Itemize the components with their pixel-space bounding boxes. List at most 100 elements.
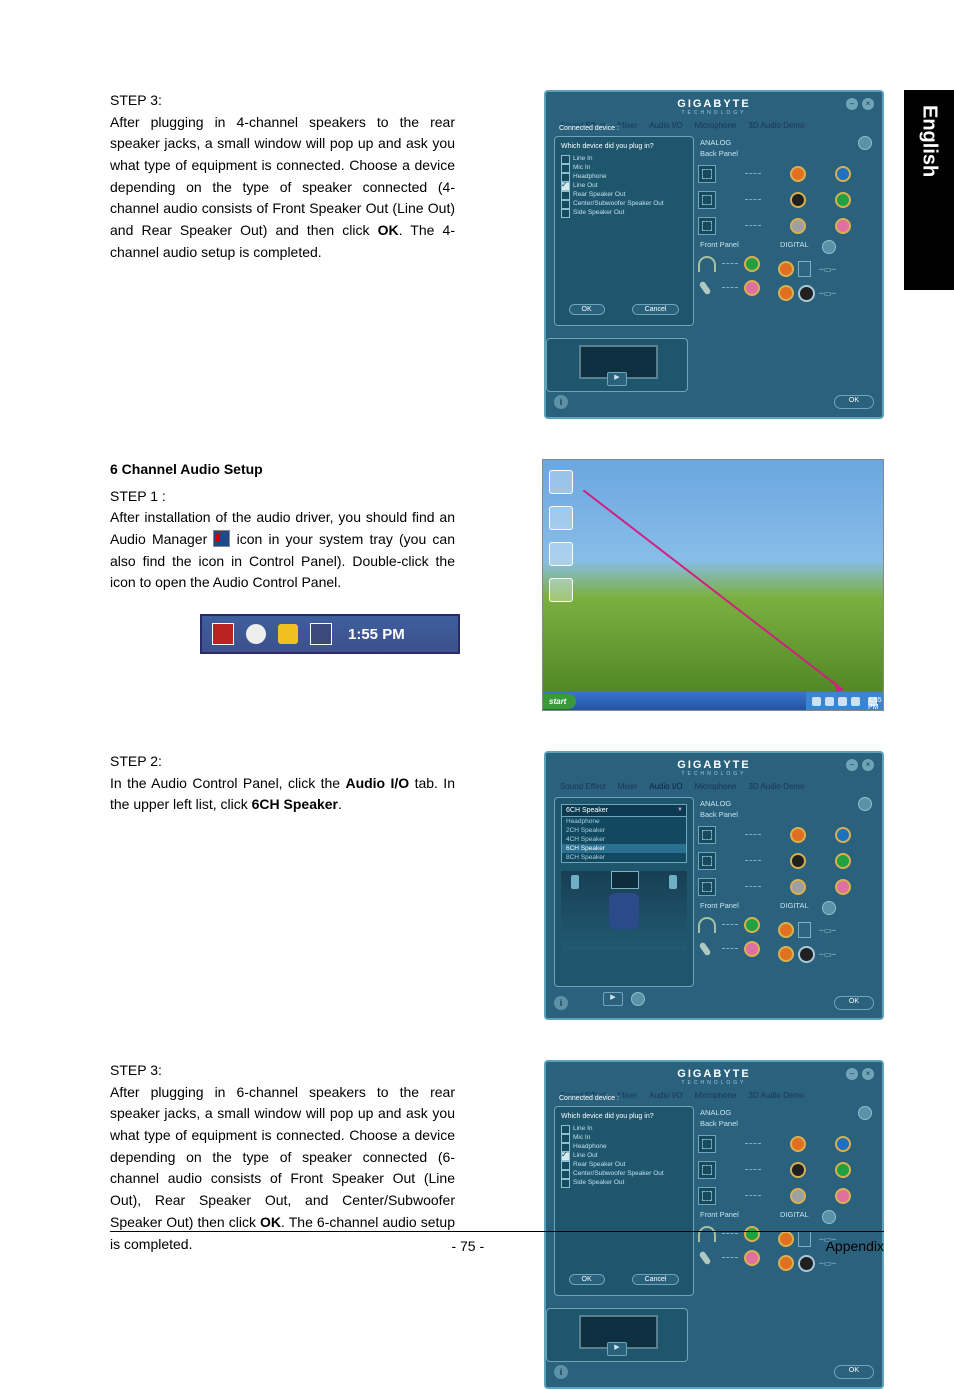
dev-rear-out[interactable]: Rear Speaker Out [561,190,687,199]
bold-term: 6CH Speaker [252,796,338,812]
tab-mixer: Mixer [618,782,638,791]
panel-ok-button[interactable]: OK [834,395,874,409]
step-label: STEP 2: [110,751,455,773]
analog-label: ANALOG [700,138,874,147]
audio-panel-4ch: –× GIGABYTE TECHNOLOGY Sound Effect Mixe… [544,90,884,419]
optical-icon [798,261,811,277]
front-panel-jacks [698,914,760,960]
dev-side-out[interactable]: Side Speaker Out [561,1178,687,1187]
gigabyte-sub: TECHNOLOGY [546,110,882,116]
dlg-cancel-button[interactable]: Cancel [632,304,680,315]
close-icon: × [862,98,874,110]
step3-6ch-text: STEP 3: After plugging in 6-channel spea… [110,1060,455,1255]
mic-icon [699,942,712,957]
window-buttons[interactable]: –× [846,759,874,771]
dlg-ok-button[interactable]: OK [569,304,605,315]
gear-icon[interactable] [822,901,836,915]
tab-audio-io: Audio I/O [649,121,682,130]
gear-icon[interactable] [858,1106,872,1120]
gigabyte-logo: GIGABYTE [546,98,882,110]
play-button[interactable]: ▶ [607,372,627,386]
front-panel-label: Front Panel [700,901,760,910]
info-icon[interactable]: i [554,395,568,409]
bold-term: Audio I/O [345,775,409,791]
tab-3d-audio: 3D Audio Demo [748,782,804,791]
dev-side-out[interactable]: Side Speaker Out [561,208,687,217]
step-label: STEP 1 : [110,486,455,508]
dev-center-sub[interactable]: Center/Subwoofer Speaker Out [561,199,687,208]
volume-icon [310,623,332,645]
window-buttons[interactable]: –× [846,1068,874,1080]
dev-line-out[interactable]: Line Out [561,181,687,190]
digital-label: DIGITAL [780,1210,809,1224]
digital-jacks: ┄▭┄ ┄▭┄ [778,919,836,965]
taskbar-tray[interactable]: 1:55 PM [806,692,883,710]
system-tray-callout: 1:55 PM [200,614,460,654]
gear-icon[interactable] [822,240,836,254]
tray-icon [212,623,234,645]
dev-center-sub[interactable]: Center/Subwoofer Speaker Out [561,1169,687,1178]
dev-line-out[interactable]: Line Out [561,1151,687,1160]
minimize-icon: – [846,98,858,110]
speaker-config-pane: 6CH Speaker Headphone 2CH Speaker 4CH Sp… [554,797,694,987]
page-number: - 75 - [451,1238,484,1254]
dlg-ok-button[interactable]: OK [569,1274,605,1285]
info-icon[interactable]: i [554,1365,568,1379]
connected-question: Which device did you plug in? [561,1113,687,1120]
start-button[interactable]: start [543,694,576,709]
step-label: STEP 3: [110,1060,455,1082]
panel-tabs[interactable]: Sound Effect Mixer Audio I/O Microphone … [546,779,882,797]
gear-icon[interactable] [858,136,872,150]
dev-mic-in[interactable]: Mic In [561,1133,687,1142]
window-buttons[interactable]: –× [846,98,874,110]
optical-icon [798,922,811,938]
tab-microphone: Microphone [695,782,737,791]
panel-ok-button[interactable]: OK [834,996,874,1010]
headphone-icon [698,256,716,272]
tray-icon [246,624,266,644]
opt-2ch: 2CH Speaker [562,826,686,835]
dev-line-in[interactable]: Line In [561,154,687,163]
tab-microphone: Microphone [695,1091,737,1100]
opt-4ch: 4CH Speaker [562,835,686,844]
step1-6ch-text: 6 Channel Audio Setup STEP 1 : After ins… [110,459,455,654]
mic-icon [699,281,712,296]
ok-word: OK [260,1214,281,1230]
dropdown-options[interactable]: Headphone 2CH Speaker 4CH Speaker 6CH Sp… [561,817,687,863]
front-panel-label: Front Panel [700,1210,760,1219]
gear-icon[interactable] [822,1210,836,1224]
step2-6ch-text: STEP 2: In the Audio Control Panel, clic… [110,751,455,816]
close-icon: × [862,759,874,771]
coax-icon [798,946,815,963]
digital-label: DIGITAL [780,240,809,254]
coax-icon [798,1255,815,1272]
panel-ok-button[interactable]: OK [834,1365,874,1379]
gigabyte-logo: GIGABYTE [546,1068,882,1080]
tray-time: 1:55 PM [348,623,405,646]
dev-rear-out[interactable]: Rear Speaker Out [561,1160,687,1169]
back-panel-jacks [698,1132,874,1208]
dev-headphone[interactable]: Headphone [561,1142,687,1151]
opt-8ch: 8CH Speaker [562,853,686,862]
dev-mic-in[interactable]: Mic In [561,163,687,172]
audio-panel-dropdown: –× GIGABYTE TECHNOLOGY Sound Effect Mixe… [544,751,884,1020]
gear-icon[interactable] [858,797,872,811]
speaker-preview: ▶ [546,338,688,392]
coax-icon [798,285,815,302]
play-button[interactable]: ▶ [603,992,623,1006]
audio-panel-6ch: –× GIGABYTE TECHNOLOGY Sound Effect Mixe… [544,1060,884,1389]
dev-line-in[interactable]: Line In [561,1124,687,1133]
taskbar-time: 1:55 PM [868,697,877,706]
ok-word: OK [378,222,399,238]
digital-label: DIGITAL [780,901,809,915]
body-text: In the Audio Control Panel, click the [110,775,345,791]
back-panel-jacks [698,823,874,899]
dlg-cancel-button[interactable]: Cancel [632,1274,680,1285]
tab-3d-audio: 3D Audio Demo [748,121,804,130]
dev-headphone[interactable]: Headphone [561,172,687,181]
gear-icon[interactable] [631,992,645,1006]
speaker-mode-dropdown[interactable]: 6CH Speaker [561,804,687,817]
connected-device-dialog: Connected device : Which device did you … [554,136,694,326]
tab-microphone: Microphone [695,121,737,130]
tab-sound-effect: Sound Effect [560,782,606,791]
